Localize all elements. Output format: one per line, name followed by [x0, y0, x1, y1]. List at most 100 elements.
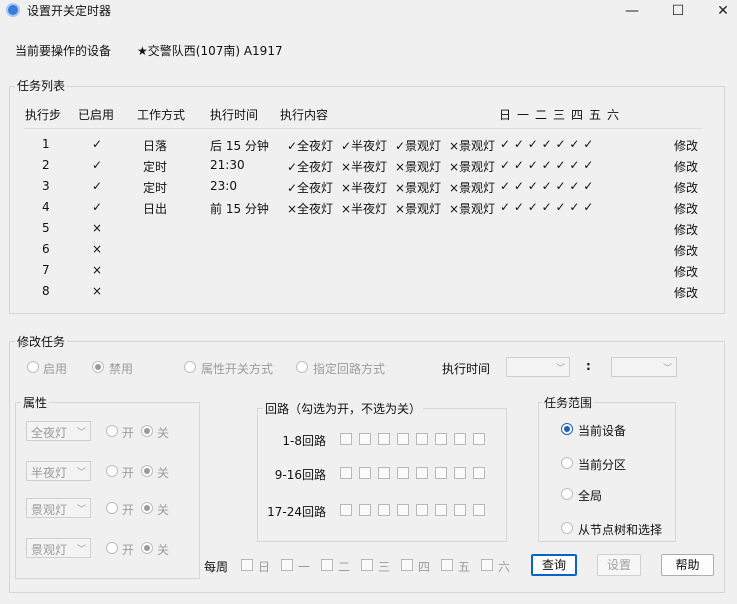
circuit-checkbox[interactable]	[340, 504, 352, 516]
chevron-down-icon: ﹀	[662, 364, 672, 374]
attribute-off-radio[interactable]	[141, 502, 153, 514]
header-divider	[24, 128, 702, 129]
col-day-sat: 六	[607, 108, 620, 122]
circuit-mode-radio[interactable]	[296, 361, 308, 373]
attribute-off-radio[interactable]	[141, 425, 153, 437]
query-button[interactable]: 查询	[531, 554, 577, 576]
disable-radio[interactable]	[92, 361, 104, 373]
chevron-down-icon: ﹀	[76, 505, 86, 515]
row-edit-link[interactable]: 修改	[674, 263, 698, 280]
row-time: 23:0	[210, 179, 237, 193]
scope-radio[interactable]	[561, 423, 573, 435]
attribute-off-radio[interactable]	[141, 465, 153, 477]
weekly-day-label: 一	[298, 560, 311, 574]
attribute-off-radio[interactable]	[141, 542, 153, 554]
circuit-checkbox[interactable]	[454, 467, 466, 479]
weekly-day-checkbox[interactable]	[481, 559, 493, 571]
hour-select[interactable]: ﹀	[506, 357, 570, 377]
circuit-checkbox[interactable]	[473, 433, 485, 445]
circuit-checkbox[interactable]	[416, 433, 428, 445]
circuit-checkbox[interactable]	[359, 433, 371, 445]
attribute-select[interactable]: 全夜灯 ﹀	[26, 421, 91, 441]
enable-radio[interactable]	[27, 361, 39, 373]
weekly-day-checkbox[interactable]	[441, 559, 453, 571]
close-button[interactable]: ✕	[700, 0, 737, 22]
row-edit-link[interactable]: 修改	[674, 179, 698, 196]
circuit-mode-label: 指定回路方式	[313, 362, 386, 376]
title-bar: 设置开关定时器 — ☐ ✕	[0, 0, 737, 22]
col-day-mon: 一	[517, 108, 530, 122]
circuit-checkbox[interactable]	[454, 433, 466, 445]
row-time: 21:30	[210, 158, 245, 172]
circuit-checkbox[interactable]	[378, 504, 390, 516]
weekly-day-checkbox[interactable]	[321, 559, 333, 571]
circuit-checkbox[interactable]	[359, 467, 371, 479]
weekly-day-checkbox[interactable]	[361, 559, 373, 571]
circuit-checkbox[interactable]	[340, 467, 352, 479]
row-enabled: ×	[92, 263, 103, 277]
row-edit-link[interactable]: 修改	[674, 200, 698, 217]
row-edit-link[interactable]: 修改	[674, 158, 698, 175]
row-content-full-night: ✓全夜灯	[287, 181, 334, 195]
col-day-thu: 四	[571, 108, 584, 122]
row-content-landscape: ×景观灯	[395, 202, 442, 216]
weekly-day-label: 三	[378, 560, 391, 574]
circuit-checkbox[interactable]	[435, 433, 447, 445]
maximize-button[interactable]: ☐	[655, 0, 701, 22]
circuit-checkbox[interactable]	[340, 433, 352, 445]
circuit-checkbox[interactable]	[397, 433, 409, 445]
attr-mode-radio[interactable]	[184, 361, 196, 373]
row-edit-link[interactable]: 修改	[674, 221, 698, 238]
help-button[interactable]: 帮助	[661, 554, 714, 576]
circuit-checkbox[interactable]	[359, 504, 371, 516]
attribute-select[interactable]: 半夜灯 ﹀	[26, 461, 91, 481]
weekly-day-label: 四	[418, 560, 431, 574]
circuit-checkbox[interactable]	[416, 504, 428, 516]
scope-radio[interactable]	[561, 488, 573, 500]
row-days: ✓ ✓ ✓ ✓ ✓ ✓ ✓	[500, 137, 594, 151]
circuit-checkbox[interactable]	[378, 467, 390, 479]
row-edit-link[interactable]: 修改	[674, 137, 698, 154]
row-step: 2	[42, 158, 50, 172]
circuit-checkbox[interactable]	[435, 504, 447, 516]
attribute-select[interactable]: 景观灯 ﹀	[26, 538, 91, 558]
row-edit-link[interactable]: 修改	[674, 284, 698, 301]
attribute-on-radio[interactable]	[106, 502, 118, 514]
weekly-day-checkbox[interactable]	[401, 559, 413, 571]
circuit-checkbox[interactable]	[397, 504, 409, 516]
weekly-day-checkbox[interactable]	[281, 559, 293, 571]
row-days: ✓ ✓ ✓ ✓ ✓ ✓ ✓	[500, 179, 594, 193]
col-day-tue: 二	[535, 108, 548, 122]
row-content-half-night: ×半夜灯	[341, 202, 388, 216]
circuit-checkbox[interactable]	[454, 504, 466, 516]
attribute-on-radio[interactable]	[106, 542, 118, 554]
circuit-checkbox[interactable]	[416, 467, 428, 479]
row-mode: 定时	[143, 181, 168, 195]
attribute-off-label: 关	[157, 426, 170, 440]
circuit-checkbox[interactable]	[397, 467, 409, 479]
row-enabled: ×	[92, 242, 103, 256]
circuit-checkbox[interactable]	[473, 467, 485, 479]
minimize-button[interactable]: —	[609, 0, 655, 22]
row-edit-link[interactable]: 修改	[674, 242, 698, 259]
circuit-checkbox[interactable]	[435, 467, 447, 479]
circuit-checkbox[interactable]	[473, 504, 485, 516]
scope-title: 任务范围	[542, 394, 595, 411]
attribute-off-label: 关	[157, 503, 170, 517]
attribute-on-radio[interactable]	[106, 465, 118, 477]
attribute-select[interactable]: 景观灯 ﹀	[26, 498, 91, 518]
row-content-half-night: ×半夜灯	[341, 181, 388, 195]
weekly-day-checkbox[interactable]	[241, 559, 253, 571]
minute-select[interactable]: ﹀	[611, 357, 677, 377]
col-day-fri: 五	[589, 108, 602, 122]
attribute-on-label: 开	[122, 543, 135, 557]
row-enabled: ×	[92, 221, 103, 235]
scope-radio[interactable]	[561, 522, 573, 534]
scope-radio[interactable]	[561, 457, 573, 469]
set-button[interactable]: 设置	[597, 554, 641, 576]
attr-mode-label: 属性开关方式	[201, 362, 274, 376]
col-day-sun: 日	[499, 108, 512, 122]
attribute-on-radio[interactable]	[106, 425, 118, 437]
row-content-landscape-2: ×景观灯	[449, 181, 496, 195]
circuit-checkbox[interactable]	[378, 433, 390, 445]
